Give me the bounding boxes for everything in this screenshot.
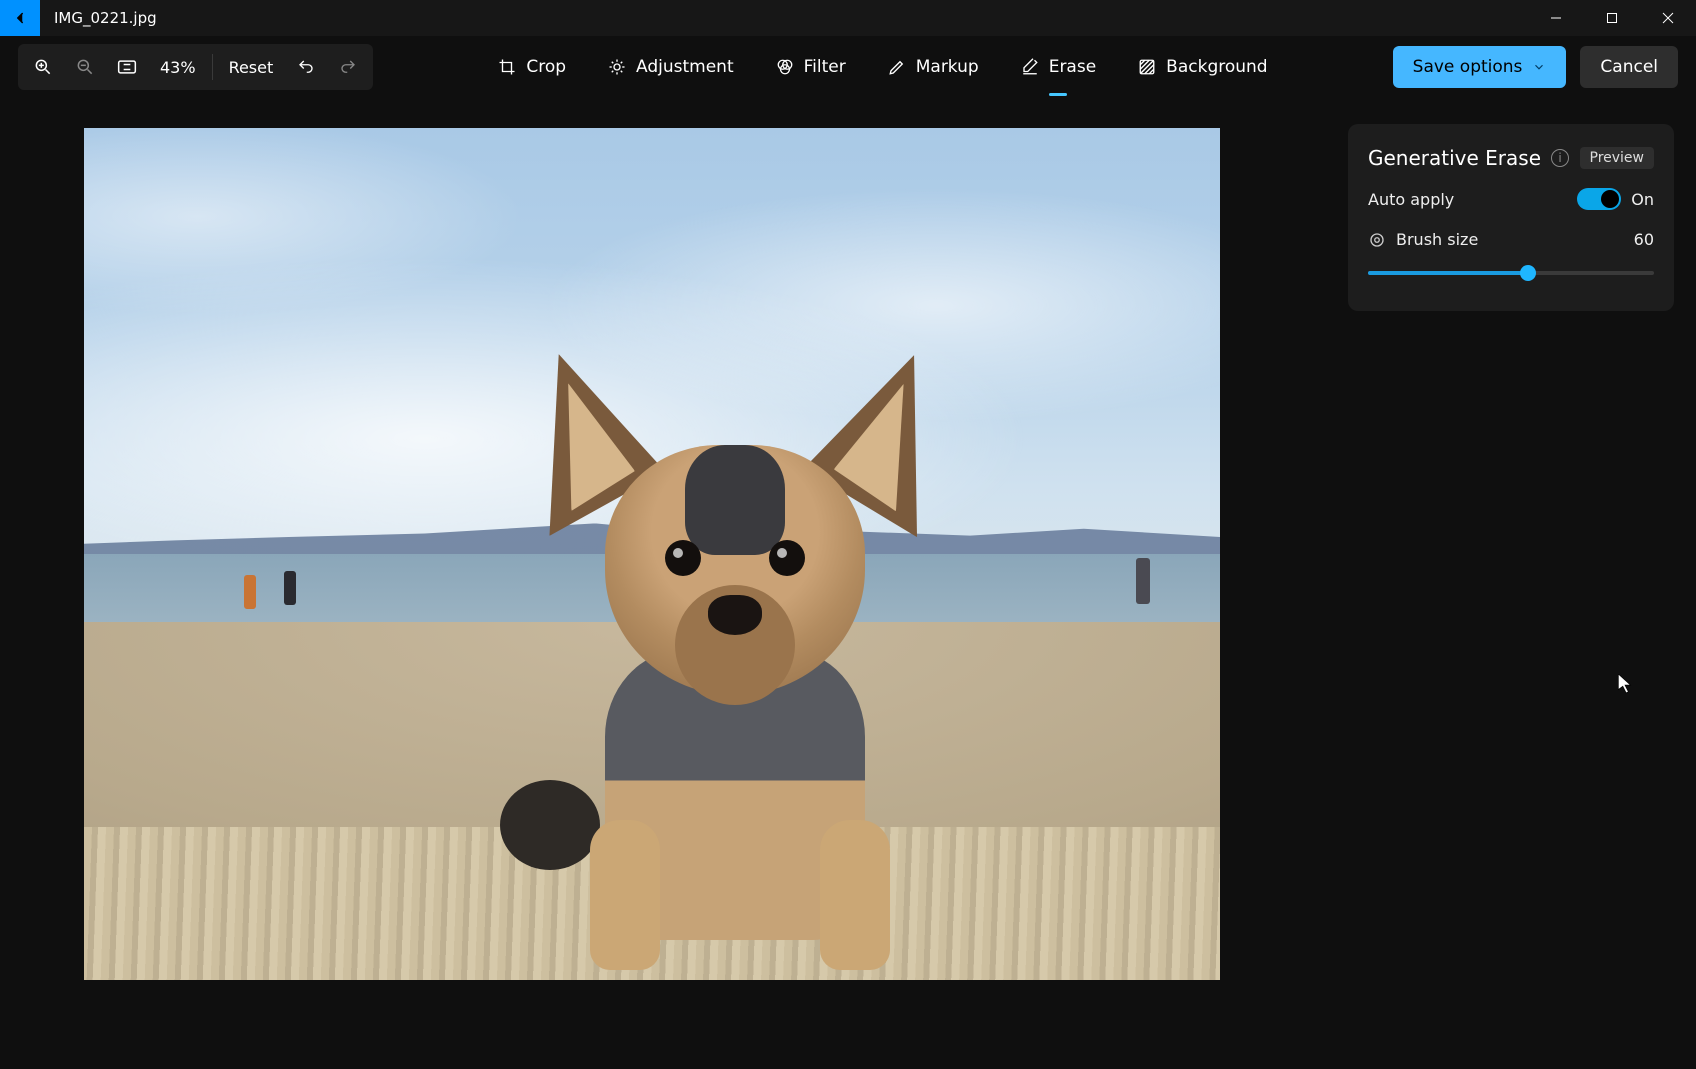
window-controls <box>1528 0 1696 36</box>
maximize-button[interactable] <box>1584 0 1640 36</box>
tab-filter[interactable]: Filter <box>776 44 846 90</box>
tab-background-label: Background <box>1166 57 1267 77</box>
main-area: Generative Erase i Preview Auto apply On… <box>0 98 1696 1069</box>
tab-filter-label: Filter <box>804 57 846 77</box>
brush-size-label: Brush size <box>1396 230 1478 249</box>
brush-size-row: Brush size 60 <box>1368 230 1654 249</box>
adjustment-icon <box>608 58 626 76</box>
filename-label: IMG_0221.jpg <box>40 0 171 36</box>
brush-size-value: 60 <box>1634 230 1654 249</box>
panel-title: Generative Erase <box>1368 146 1541 170</box>
minimize-button[interactable] <box>1528 0 1584 36</box>
tab-adjustment[interactable]: Adjustment <box>608 44 734 90</box>
reset-button[interactable]: Reset <box>217 44 286 90</box>
redo-icon <box>339 58 357 76</box>
divider <box>212 54 213 80</box>
dog-leg-left <box>590 820 660 970</box>
photo-person-1 <box>244 575 256 609</box>
tab-erase-label: Erase <box>1049 57 1096 77</box>
dog-head <box>605 445 865 695</box>
zoom-out-button[interactable] <box>64 44 106 90</box>
side-panel: Generative Erase i Preview Auto apply On… <box>1326 98 1696 1069</box>
close-icon <box>1662 12 1674 24</box>
auto-apply-state: On <box>1631 190 1654 209</box>
auto-apply-row: Auto apply On <box>1368 188 1654 210</box>
preview-badge: Preview <box>1580 147 1655 169</box>
tab-markup-label: Markup <box>916 57 979 77</box>
markup-icon <box>888 58 906 76</box>
panel-title-row: Generative Erase i Preview <box>1368 146 1654 170</box>
erase-icon <box>1021 58 1039 76</box>
tab-crop[interactable]: Crop <box>498 44 566 90</box>
titlebar-drag-region[interactable] <box>171 0 1528 36</box>
dog-top-fur <box>685 445 785 555</box>
slider-fill <box>1368 271 1528 275</box>
crop-icon <box>498 58 516 76</box>
dog-tail <box>500 780 600 870</box>
title-bar: IMG_0221.jpg <box>0 0 1696 36</box>
info-icon[interactable]: i <box>1551 149 1569 167</box>
slider-thumb[interactable] <box>1520 265 1536 281</box>
fit-icon <box>117 59 137 75</box>
dog-eye-right <box>769 540 805 576</box>
canvas-area <box>0 98 1326 1069</box>
arrow-left-icon <box>11 9 29 27</box>
photo-dog <box>550 350 940 960</box>
toolbar-actions: Save options Cancel <box>1393 46 1678 88</box>
brush-size-slider[interactable] <box>1368 261 1654 285</box>
dog-eye-left <box>665 540 701 576</box>
fit-button[interactable] <box>106 44 148 90</box>
auto-apply-toggle[interactable] <box>1577 188 1621 210</box>
toolbar: 43% Reset Crop Adjustment Filter Markup <box>0 36 1696 98</box>
auto-apply-label: Auto apply <box>1368 190 1454 209</box>
photo-person-3 <box>1136 558 1150 604</box>
close-button[interactable] <box>1640 0 1696 36</box>
cancel-button[interactable]: Cancel <box>1580 46 1678 88</box>
back-button[interactable] <box>0 0 40 36</box>
undo-button[interactable] <box>285 44 327 90</box>
minimize-icon <box>1550 12 1562 24</box>
cancel-label: Cancel <box>1600 57 1658 77</box>
zoom-group: 43% Reset <box>18 44 373 90</box>
tab-erase[interactable]: Erase <box>1021 44 1096 90</box>
toolbar-tabs: Crop Adjustment Filter Markup Erase Back… <box>373 44 1392 90</box>
zoom-percent-label[interactable]: 43% <box>148 44 208 90</box>
photo-person-2 <box>284 571 296 605</box>
maximize-icon <box>1606 12 1618 24</box>
undo-icon <box>297 58 315 76</box>
target-icon <box>1368 231 1386 249</box>
generative-erase-panel: Generative Erase i Preview Auto apply On… <box>1348 124 1674 311</box>
zoom-in-button[interactable] <box>22 44 64 90</box>
filter-icon <box>776 58 794 76</box>
chevron-down-icon <box>1532 60 1546 74</box>
tab-background[interactable]: Background <box>1138 44 1267 90</box>
save-options-label: Save options <box>1413 57 1523 77</box>
redo-button[interactable] <box>327 44 369 90</box>
dog-nose <box>708 595 762 635</box>
tab-adjustment-label: Adjustment <box>636 57 734 77</box>
tab-markup[interactable]: Markup <box>888 44 979 90</box>
zoom-in-icon <box>33 57 53 77</box>
image-canvas[interactable] <box>84 128 1220 980</box>
zoom-out-icon <box>75 57 95 77</box>
save-options-button[interactable]: Save options <box>1393 46 1567 88</box>
background-icon <box>1138 58 1156 76</box>
dog-leg-right <box>820 820 890 970</box>
tab-crop-label: Crop <box>526 57 566 77</box>
